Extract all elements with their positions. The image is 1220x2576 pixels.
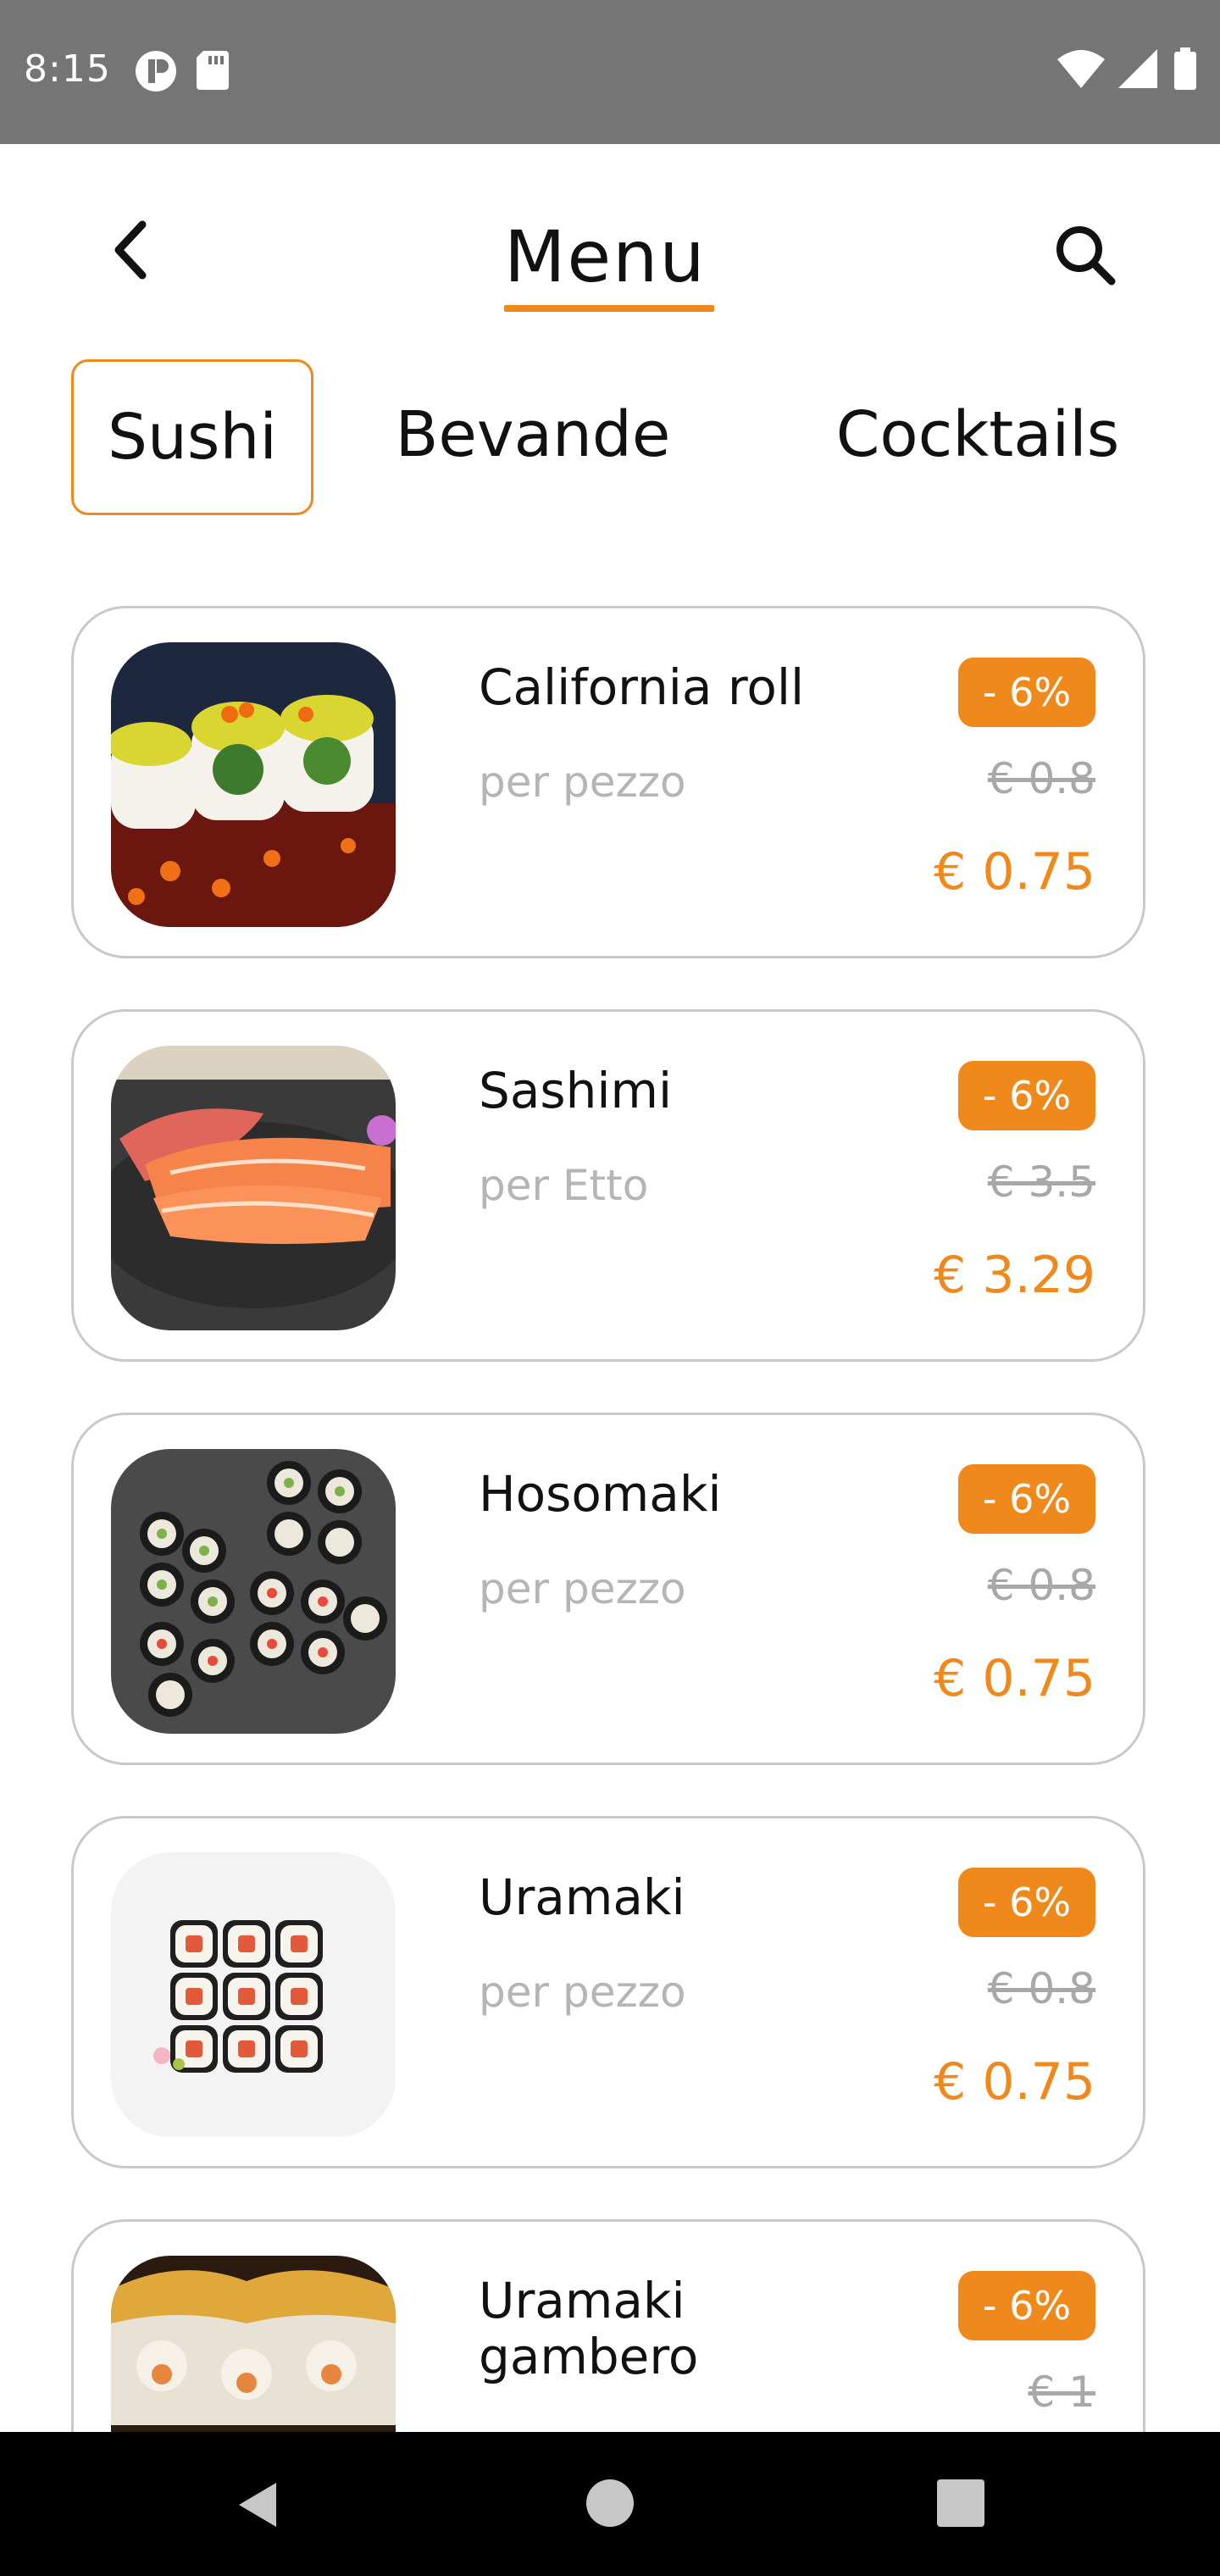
item-unit: per pezzo [479,758,686,807]
price: € 3.29 [934,1246,1095,1305]
price: € 0.75 [934,2052,1095,2112]
old-price: € 0.8 [987,1964,1095,2013]
item-name: Hosomaki [479,1465,722,1523]
discount-badge: - 6% [958,1868,1095,1937]
category-tabs: Sushi Bevande Cocktails [71,359,1173,515]
item-name: Uramaki gambero [479,2272,699,2385]
item-image [111,642,396,927]
item-image [111,1449,396,1734]
menu-item-card[interactable]: Sashimi per Etto - 6% € 3.5 € 3.29 [71,1009,1145,1362]
menu-item-card[interactable]: Uramaki gambero - 6% € 1 [71,2219,1145,2432]
item-unit: per pezzo [479,1564,686,1613]
tab-cocktails[interactable]: Cocktails [800,359,1156,510]
sd-card-icon [197,51,229,90]
title-underline [504,305,714,312]
search-icon [1056,226,1116,286]
discount-badge: - 6% [958,2271,1095,2340]
page-title: Menu [504,215,707,298]
notification-app-icon [136,51,176,92]
nav-home-icon[interactable] [586,2479,634,2527]
wifi-icon [1057,50,1105,88]
search-button[interactable] [1051,220,1118,288]
item-unit: per pezzo [479,1968,686,2017]
old-price: € 0.8 [987,754,1095,803]
menu-item-card[interactable]: Uramaki per pezzo - 6% € 0.8 € 0.75 [71,1816,1145,2168]
item-unit: per Etto [479,1161,649,1210]
old-price: € 1 [1028,2368,1095,2417]
status-time: 8:15 [24,47,111,91]
item-name: Sashimi [479,1062,673,1119]
battery-icon [1174,47,1196,90]
system-nav-bar [0,2432,1220,2576]
status-icons-left [134,49,230,93]
item-image [111,1046,396,1330]
signal-icon [1118,49,1157,88]
price: € 0.75 [934,1649,1095,1708]
item-image [111,2256,396,2432]
menu-list[interactable]: California roll per pezzo - 6% € 0.8 € 0… [0,606,1220,2432]
menu-item-card[interactable]: California roll per pezzo - 6% € 0.8 € 0… [71,606,1145,958]
menu-item-card[interactable]: Hosomaki per pezzo - 6% € 0.8 € 0.75 [71,1413,1145,1765]
discount-badge: - 6% [958,658,1095,727]
item-name: Uramaki [479,1868,685,1926]
nav-back-icon[interactable] [234,2479,280,2530]
discount-badge: - 6% [958,1061,1095,1130]
status-bar: 8:15 [0,0,1220,144]
back-button[interactable] [100,220,159,280]
app-header: Menu [0,144,1220,356]
chevron-left-icon [114,220,147,280]
old-price: € 3.5 [987,1158,1095,1207]
old-price: € 0.8 [987,1561,1095,1610]
tab-bevande[interactable]: Bevande [393,359,673,510]
tab-sushi[interactable]: Sushi [71,359,313,515]
price: € 0.75 [934,842,1095,902]
status-icons-right [1057,47,1198,90]
discount-badge: - 6% [958,1464,1095,1534]
item-image [111,1852,396,2137]
item-name: California roll [479,658,805,716]
nav-recents-icon[interactable] [937,2479,984,2527]
